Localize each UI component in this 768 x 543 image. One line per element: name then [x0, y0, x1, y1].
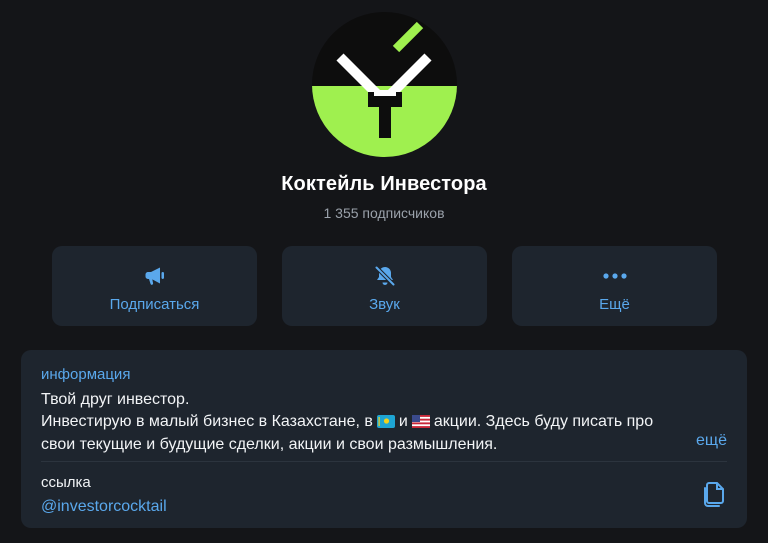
flag-usa-icon — [411, 413, 430, 435]
subscribe-button[interactable]: Подписаться — [52, 246, 257, 326]
link-label: ссылка — [41, 474, 91, 491]
copy-icon — [704, 482, 724, 507]
divider — [41, 461, 727, 462]
subscriber-count: 1 355 подписчиков — [323, 205, 445, 221]
channel-username-link[interactable]: @investorcocktail — [41, 498, 167, 516]
flag-kazakhstan-icon — [376, 413, 395, 435]
description-text: акции. Здесь буду писать про — [433, 412, 654, 430]
investor-cocktail-logo-icon — [312, 12, 457, 157]
description-line-3: свои текущие и будущие сделки, акции и с… — [41, 436, 498, 453]
description-text: и — [398, 412, 408, 430]
megaphone-icon — [145, 267, 164, 285]
channel-title: Коктейль Инвестора — [281, 173, 487, 195]
channel-avatar[interactable] — [312, 12, 457, 157]
subscribe-label: Подписаться — [109, 296, 200, 313]
channel-description: Твой друг инвестор. Инвестирую в малый б… — [41, 389, 731, 456]
sound-label: Звук — [369, 296, 400, 313]
more-dots-icon — [602, 273, 627, 279]
info-heading: информация — [41, 366, 131, 383]
copy-link-button[interactable] — [701, 480, 727, 508]
description-text: Инвестирую в малый бизнес в Казахстане, … — [41, 412, 373, 430]
channel-info-card: информация Твой друг инвестор. Инвестиру… — [21, 350, 747, 528]
description-more-link[interactable]: ещё — [696, 432, 727, 450]
sound-button[interactable]: Звук — [282, 246, 487, 326]
description-line-1: Твой друг инвестор. — [41, 391, 190, 408]
more-button[interactable]: Ещё — [512, 246, 717, 326]
more-label: Ещё — [599, 296, 630, 313]
description-line-2: Инвестирую в малый бизнес в Казахстане, … — [41, 411, 731, 435]
bell-muted-icon — [374, 266, 395, 286]
